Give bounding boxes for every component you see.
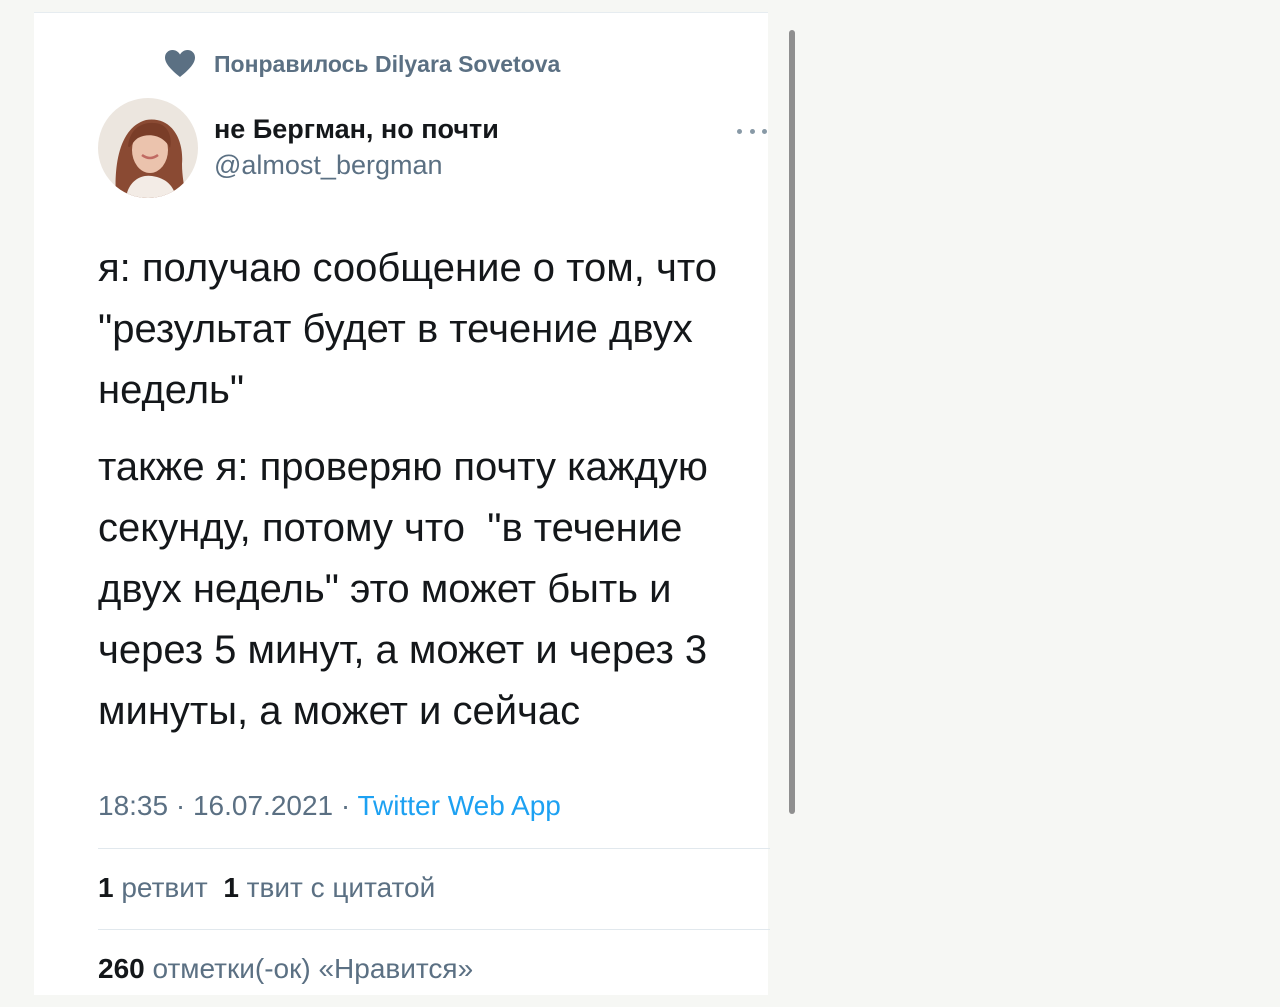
- quotes-label: твит с цитатой: [246, 872, 436, 903]
- top-divider: [34, 12, 768, 13]
- tweet-card: Понравилось Dilyara Sovetova не Бергман,…: [34, 12, 795, 995]
- author-handle[interactable]: @almost_bergman: [214, 150, 443, 181]
- meta-separator: ·: [333, 790, 358, 821]
- more-dots-icon[interactable]: [737, 124, 767, 138]
- likes-stat[interactable]: 260 отметки(-ок) «Нравится»: [98, 953, 473, 985]
- tweet-text-paragraph-1: я: получаю сообщение о том, что "результ…: [98, 246, 729, 412]
- meta-separator: ·: [168, 790, 193, 821]
- heart-icon: [164, 49, 196, 79]
- author-name[interactable]: не Бергман, но почти: [214, 114, 499, 145]
- engagement-stats: 1 ретвит 1 твит с цитатой: [98, 872, 435, 904]
- tweet-meta: 18:35 · 16.07.2021 · Twitter Web App: [98, 790, 561, 822]
- social-context-label: Понравилось Dilyara Sovetova: [214, 50, 561, 77]
- scrollbar[interactable]: [789, 30, 795, 814]
- social-context[interactable]: Понравилось Dilyara Sovetova: [164, 48, 560, 80]
- divider: [98, 848, 770, 849]
- retweets-label: ретвит: [121, 872, 208, 903]
- tweet-time[interactable]: 18:35: [98, 790, 168, 821]
- likes-label: отметки(-ок) «Нравится»: [152, 953, 474, 984]
- avatar[interactable]: [98, 98, 198, 198]
- tweet-text-paragraph-2: также я: проверяю почту каждую секунду, …: [98, 445, 719, 733]
- divider: [98, 929, 770, 930]
- tweet-date[interactable]: 16.07.2021: [193, 790, 333, 821]
- quotes-stat[interactable]: 1 твит с цитатой: [223, 872, 435, 903]
- source-app-link[interactable]: Twitter Web App: [358, 790, 561, 821]
- likes-count: 260: [98, 953, 145, 984]
- retweets-count: 1: [98, 872, 114, 903]
- quotes-count: 1: [223, 872, 239, 903]
- retweets-stat[interactable]: 1 ретвит: [98, 872, 208, 903]
